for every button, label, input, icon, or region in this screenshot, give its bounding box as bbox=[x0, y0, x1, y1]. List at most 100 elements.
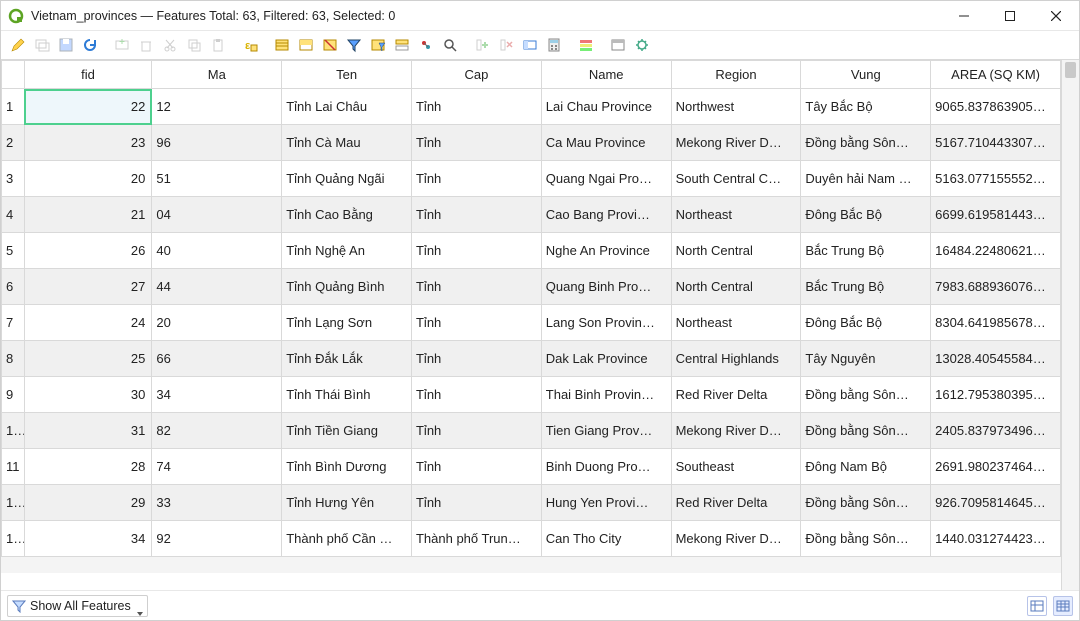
refresh-icon[interactable] bbox=[79, 34, 101, 56]
cell[interactable]: North Central bbox=[671, 233, 801, 269]
actions-icon[interactable] bbox=[631, 34, 653, 56]
cell[interactable]: Tỉnh Nghệ An bbox=[282, 233, 412, 269]
filter-sel-icon[interactable] bbox=[343, 34, 365, 56]
cell[interactable]: Can Tho City bbox=[541, 521, 671, 557]
table-row[interactable]: 12212Tỉnh Lai ChâuTỉnhLai Chau ProvinceN… bbox=[2, 89, 1061, 125]
cell[interactable]: Bắc Trung Bộ bbox=[801, 233, 931, 269]
cell[interactable]: 40 bbox=[152, 233, 282, 269]
new-col-icon[interactable] bbox=[471, 34, 493, 56]
cell[interactable]: 20 bbox=[152, 305, 282, 341]
cell[interactable]: Đồng bằng Sôn… bbox=[801, 521, 931, 557]
show-features-filter-button[interactable]: Show All Features bbox=[7, 595, 148, 617]
cell[interactable]: Tỉnh bbox=[411, 449, 541, 485]
cell[interactable]: Tỉnh Lạng Sơn bbox=[282, 305, 412, 341]
col-header[interactable]: Ma bbox=[152, 61, 282, 89]
row-header[interactable]: 7 bbox=[2, 305, 25, 341]
pan-to-sel-icon[interactable] bbox=[415, 34, 437, 56]
cell[interactable]: Tỉnh Cà Mau bbox=[282, 125, 412, 161]
cell[interactable]: 21 bbox=[24, 197, 152, 233]
table-row[interactable]: 72420Tỉnh Lạng SơnTỉnhLang Son Provin…No… bbox=[2, 305, 1061, 341]
cell[interactable]: Đồng bằng Sôn… bbox=[801, 413, 931, 449]
cell[interactable]: Tỉnh Đắk Lắk bbox=[282, 341, 412, 377]
cell[interactable]: Tỉnh Tiền Giang bbox=[282, 413, 412, 449]
cell[interactable]: Tây Bắc Bộ bbox=[801, 89, 931, 125]
cell[interactable]: Đông Bắc Bộ bbox=[801, 197, 931, 233]
corner-cell[interactable] bbox=[2, 61, 25, 89]
cell[interactable]: Đông Bắc Bộ bbox=[801, 305, 931, 341]
cell[interactable]: 24 bbox=[24, 305, 152, 341]
cell[interactable]: Tỉnh bbox=[411, 305, 541, 341]
cell[interactable]: Northwest bbox=[671, 89, 801, 125]
attribute-table[interactable]: fid Ma Ten Cap Name Region Vung AREA (SQ… bbox=[1, 60, 1061, 590]
table-row[interactable]: 93034Tỉnh Thái BìnhTỉnhThai Binh Provin…… bbox=[2, 377, 1061, 413]
pencil-icon[interactable] bbox=[7, 34, 29, 56]
expr-select-icon[interactable]: ε bbox=[239, 34, 261, 56]
cell[interactable]: 66 bbox=[152, 341, 282, 377]
cell[interactable]: South Central C… bbox=[671, 161, 801, 197]
cell[interactable]: 7983.688936076… bbox=[931, 269, 1061, 305]
table-row[interactable]: 32051Tỉnh Quảng NgãiTỉnhQuang Ngai Pro…S… bbox=[2, 161, 1061, 197]
cell[interactable]: 6699.619581443… bbox=[931, 197, 1061, 233]
zoom-to-sel-icon[interactable] bbox=[439, 34, 461, 56]
cell[interactable]: 82 bbox=[152, 413, 282, 449]
col-header[interactable]: fid bbox=[24, 61, 152, 89]
row-header[interactable]: 9 bbox=[2, 377, 25, 413]
cell[interactable]: Quang Ngai Pro… bbox=[541, 161, 671, 197]
cell[interactable]: Tỉnh bbox=[411, 233, 541, 269]
row-header[interactable]: 6 bbox=[2, 269, 25, 305]
copy-icon[interactable] bbox=[183, 34, 205, 56]
cell[interactable]: Northeast bbox=[671, 197, 801, 233]
cell[interactable]: Bắc Trung Bộ bbox=[801, 269, 931, 305]
row-header[interactable]: 12 bbox=[2, 485, 25, 521]
row-header[interactable]: 3 bbox=[2, 161, 25, 197]
cell[interactable]: Red River Delta bbox=[671, 377, 801, 413]
cell[interactable]: Mekong River D… bbox=[671, 125, 801, 161]
row-header[interactable]: 1 bbox=[2, 89, 25, 125]
cell[interactable]: Cao Bang Provi… bbox=[541, 197, 671, 233]
cell[interactable]: 1440.031274423… bbox=[931, 521, 1061, 557]
cell[interactable]: North Central bbox=[671, 269, 801, 305]
table-row[interactable]: 82566Tỉnh Đắk LắkTỉnhDak Lak ProvinceCen… bbox=[2, 341, 1061, 377]
table-row[interactable]: 112874Tỉnh Bình DươngTỉnhBinh Duong Pro…… bbox=[2, 449, 1061, 485]
cell[interactable]: Tỉnh bbox=[411, 413, 541, 449]
row-header[interactable]: 8 bbox=[2, 341, 25, 377]
cell[interactable]: 1612.795380395… bbox=[931, 377, 1061, 413]
cell[interactable]: 34 bbox=[152, 377, 282, 413]
add-feature-icon[interactable] bbox=[111, 34, 133, 56]
cell[interactable]: Tỉnh Quảng Bình bbox=[282, 269, 412, 305]
table-row[interactable]: 133492Thành phố Cần …Thành phố Trun…Can … bbox=[2, 521, 1061, 557]
cell[interactable]: Tỉnh bbox=[411, 269, 541, 305]
expr-filter-icon[interactable] bbox=[367, 34, 389, 56]
row-header[interactable]: 11 bbox=[2, 449, 25, 485]
cell[interactable]: 5167.710443307… bbox=[931, 125, 1061, 161]
form-view-button[interactable] bbox=[1027, 596, 1047, 616]
cell[interactable]: 30 bbox=[24, 377, 152, 413]
cell[interactable]: 27 bbox=[24, 269, 152, 305]
cell[interactable]: 92 bbox=[152, 521, 282, 557]
save-icon[interactable] bbox=[55, 34, 77, 56]
cell[interactable]: 28 bbox=[24, 449, 152, 485]
cell[interactable]: 20 bbox=[24, 161, 152, 197]
cell[interactable]: Tỉnh bbox=[411, 197, 541, 233]
cell[interactable]: Tỉnh Lai Châu bbox=[282, 89, 412, 125]
table-row[interactable]: 122933Tỉnh Hưng YênTỉnhHung Yen Provi…Re… bbox=[2, 485, 1061, 521]
cell[interactable]: 5163.077155552… bbox=[931, 161, 1061, 197]
cell[interactable]: 8304.641985678… bbox=[931, 305, 1061, 341]
cond-format-icon[interactable] bbox=[575, 34, 597, 56]
cell[interactable]: Tỉnh Hưng Yên bbox=[282, 485, 412, 521]
cell[interactable]: Lai Chau Province bbox=[541, 89, 671, 125]
table-row[interactable]: 22396Tỉnh Cà MauTỉnhCa Mau ProvinceMekon… bbox=[2, 125, 1061, 161]
cell[interactable]: Tây Nguyên bbox=[801, 341, 931, 377]
minimize-button[interactable] bbox=[941, 1, 987, 30]
cell[interactable]: 25 bbox=[24, 341, 152, 377]
col-header[interactable]: Region bbox=[671, 61, 801, 89]
cell[interactable]: Tỉnh bbox=[411, 485, 541, 521]
cell[interactable]: Tỉnh bbox=[411, 341, 541, 377]
cell[interactable]: Thai Binh Provin… bbox=[541, 377, 671, 413]
cell[interactable]: Tỉnh Cao Bằng bbox=[282, 197, 412, 233]
cell[interactable]: Thành phố Cần … bbox=[282, 521, 412, 557]
cell[interactable]: 26 bbox=[24, 233, 152, 269]
cell[interactable]: 51 bbox=[152, 161, 282, 197]
col-header[interactable]: Cap bbox=[411, 61, 541, 89]
cell[interactable]: 23 bbox=[24, 125, 152, 161]
